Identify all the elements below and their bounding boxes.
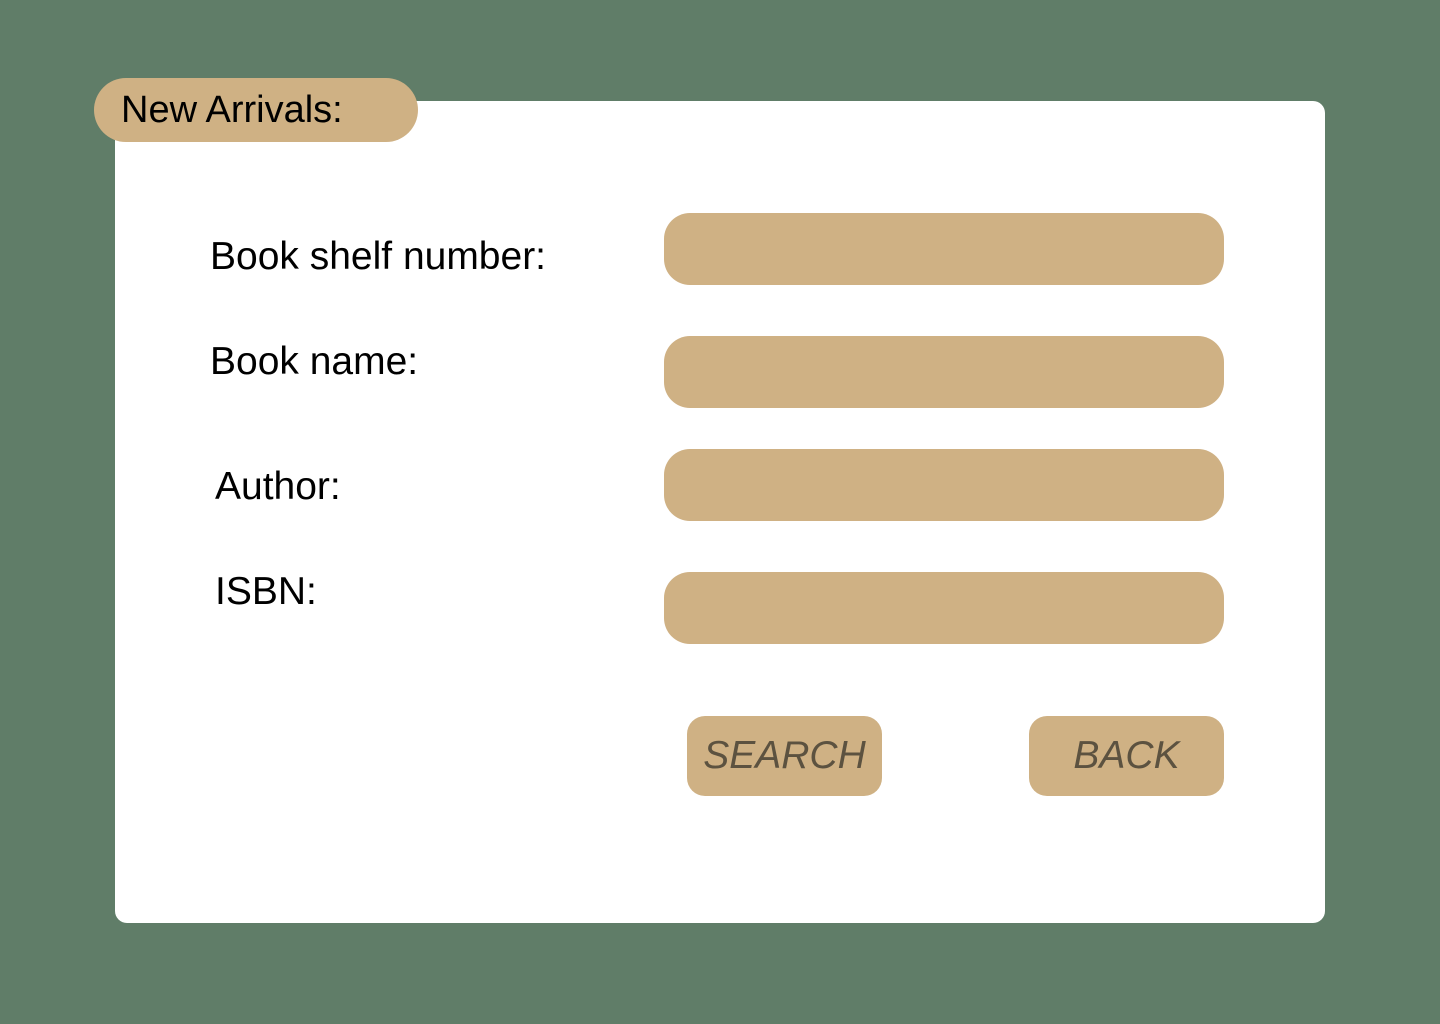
shelf-number-input[interactable] [664, 213, 1224, 285]
back-button[interactable]: BACK [1029, 716, 1224, 796]
page-title-tab: New Arrivals: [94, 78, 418, 142]
isbn-label: ISBN: [215, 570, 317, 613]
isbn-input[interactable] [664, 572, 1224, 644]
author-label: Author: [215, 465, 341, 508]
search-button-label: SEARCH [703, 734, 866, 777]
book-name-input[interactable] [664, 336, 1224, 408]
back-button-label: BACK [1073, 734, 1180, 777]
page-title: New Arrivals: [121, 88, 343, 131]
book-name-label: Book name: [210, 340, 419, 383]
author-input[interactable] [664, 449, 1224, 521]
shelf-number-label: Book shelf number: [210, 235, 547, 278]
search-button[interactable]: SEARCH [687, 716, 882, 796]
